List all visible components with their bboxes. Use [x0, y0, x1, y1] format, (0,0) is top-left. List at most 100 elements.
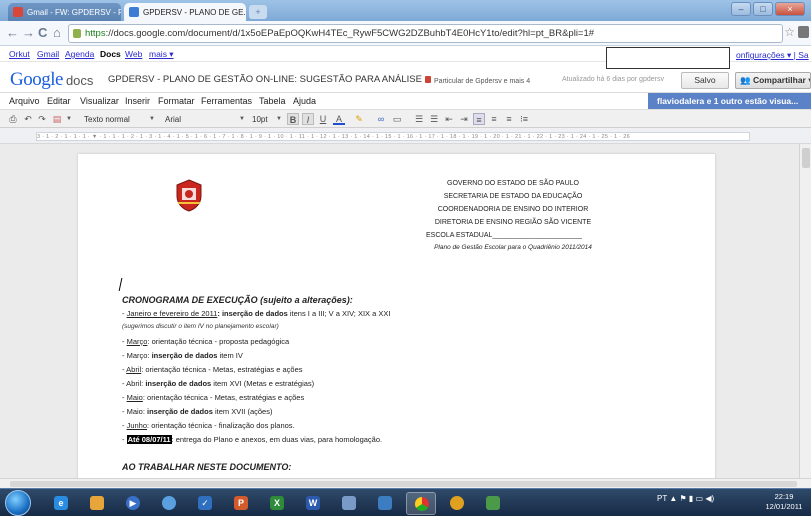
- header-line-5: ESCOLA ESTADUAL_______________________: [426, 232, 582, 239]
- underline-icon[interactable]: U: [317, 113, 329, 125]
- decrease-indent-icon[interactable]: ⇤: [443, 113, 455, 125]
- reload-icon[interactable]: C: [38, 25, 47, 41]
- taskbar-outlook[interactable]: ✓: [190, 492, 220, 515]
- highlight-icon[interactable]: ✎: [353, 113, 365, 125]
- tab-label: GPDERSV - PLANO DE GE...: [143, 7, 246, 17]
- menu-visualizar[interactable]: Visualizar: [80, 96, 119, 106]
- menu-ajuda[interactable]: Ajuda: [293, 96, 316, 106]
- star-icon[interactable]: ☆: [784, 25, 795, 39]
- tab-gmail[interactable]: Gmail - FW: GPDERSV - P... ×: [8, 3, 121, 21]
- redo-icon[interactable]: ↷: [36, 113, 48, 125]
- app-icon: [162, 496, 176, 510]
- start-button-icon[interactable]: [5, 490, 31, 516]
- print-icon[interactable]: ⎙: [7, 113, 19, 125]
- home-icon[interactable]: ⌂: [53, 25, 61, 41]
- scroll-thumb[interactable]: [802, 148, 810, 168]
- battery-icon[interactable]: ▮: [689, 494, 693, 503]
- align-right-icon[interactable]: ≡: [503, 113, 515, 125]
- style-value: Texto normal: [84, 115, 130, 124]
- link-gmail[interactable]: Gmail: [37, 49, 59, 59]
- menu-ferramentas[interactable]: Ferramentas: [201, 96, 252, 106]
- new-tab-button[interactable]: +: [249, 5, 267, 19]
- taskbar-powerpoint[interactable]: P: [226, 492, 256, 515]
- size-select[interactable]: 10pt: [252, 113, 268, 126]
- google-docs-logo[interactable]: Google docs: [10, 69, 93, 91]
- close-window-icon[interactable]: ×: [775, 2, 805, 16]
- text-color-icon[interactable]: A: [333, 113, 345, 125]
- taskbar-app[interactable]: [334, 492, 364, 515]
- bold-icon[interactable]: B: [287, 113, 299, 125]
- comment-icon[interactable]: ▭: [391, 113, 403, 125]
- link-more[interactable]: mais ▾: [149, 49, 174, 60]
- ruler-scale[interactable]: 3 · 1 · 2 · 1 · 1 · 1 · ▼ · 1 · 1 · 1 · …: [36, 132, 750, 141]
- italic-icon[interactable]: I: [302, 113, 314, 125]
- document-page[interactable]: GOVERNO DO ESTADO DE SÃO PAULO SECRETARI…: [78, 154, 715, 478]
- link-orkut[interactable]: Orkut: [9, 49, 30, 59]
- taskbar-explorer[interactable]: [82, 492, 112, 515]
- ruler: 3 · 1 · 2 · 1 · 1 · 1 · ▼ · 1 · 1 · 1 · …: [0, 128, 811, 144]
- flag-icon[interactable]: ⚑: [679, 494, 686, 503]
- volume-icon[interactable]: ◀): [705, 494, 714, 503]
- back-icon[interactable]: ←: [6, 25, 19, 41]
- taskbar-excel[interactable]: X: [262, 492, 292, 515]
- taskbar-ie[interactable]: e: [46, 492, 76, 515]
- network-icon[interactable]: ▭: [696, 494, 704, 503]
- undo-icon[interactable]: ↶: [22, 113, 34, 125]
- increase-indent-icon[interactable]: ⇥: [458, 113, 470, 125]
- numbered-list-icon[interactable]: ☰: [413, 113, 425, 125]
- app-icon: [450, 496, 464, 510]
- bulleted-list-icon[interactable]: ☰: [428, 113, 440, 125]
- link-web[interactable]: Web: [125, 49, 142, 59]
- link-icon[interactable]: ∞: [375, 113, 387, 125]
- forward-icon[interactable]: →: [22, 25, 35, 41]
- formatting-toolbar: ⎙ ↶ ↷ ▤ ▼ Texto normal ▼ Arial ▼ 10pt ▼ …: [0, 109, 811, 128]
- minimize-icon[interactable]: –: [731, 2, 751, 16]
- menu-editar[interactable]: Editar: [47, 96, 71, 106]
- chevron-down-icon[interactable]: ▼: [146, 113, 158, 125]
- language-indicator[interactable]: PT: [657, 494, 667, 503]
- wrench-icon[interactable]: [798, 26, 809, 38]
- window-controls: – □ ×: [731, 2, 805, 16]
- chevron-down-icon[interactable]: ▼: [63, 113, 75, 125]
- taskbar-chrome[interactable]: [406, 492, 436, 515]
- settings-link[interactable]: onfigurações ▾ | Sa: [736, 50, 809, 61]
- taskbar-media[interactable]: ▶: [118, 492, 148, 515]
- sharing-status[interactable]: Particular de Gpdersv e mais 4: [425, 76, 530, 85]
- maximize-icon[interactable]: □: [753, 2, 773, 16]
- chevron-down-icon[interactable]: ▼: [236, 113, 248, 125]
- scroll-thumb[interactable]: [10, 481, 797, 487]
- clock-time: 22:19: [774, 492, 794, 501]
- clock[interactable]: 22:19 12/01/2011: [764, 492, 804, 512]
- menu-tabela[interactable]: Tabela: [259, 96, 286, 106]
- taskbar-app[interactable]: [154, 492, 184, 515]
- taskbar-app[interactable]: [370, 492, 400, 515]
- powerpoint-icon: P: [234, 496, 248, 510]
- style-select[interactable]: Texto normal: [84, 113, 130, 126]
- lock-icon: [73, 29, 81, 38]
- horizontal-scrollbar[interactable]: [0, 478, 811, 488]
- logo-docs: docs: [65, 73, 94, 88]
- menu-formatar[interactable]: Formatar: [158, 96, 195, 106]
- align-center-icon[interactable]: ≡: [488, 113, 500, 125]
- vertical-scrollbar[interactable]: [799, 144, 811, 478]
- paint-format-icon[interactable]: ▤: [51, 113, 63, 125]
- tray-expand-icon[interactable]: ▲: [669, 494, 677, 503]
- font-select[interactable]: Arial: [165, 113, 181, 126]
- taskbar-app[interactable]: [442, 492, 472, 515]
- link-docs[interactable]: Docs: [100, 49, 121, 59]
- saved-button[interactable]: Salvo: [681, 72, 729, 89]
- taskbar-app[interactable]: [478, 492, 508, 515]
- collaborators-banner[interactable]: flaviodalera e 1 outro estão visua...: [648, 93, 811, 109]
- share-button[interactable]: 👥 Compartilhar ▾: [735, 72, 811, 89]
- address-bar[interactable]: https://docs.google.com/document/d/1x5oE…: [68, 24, 783, 43]
- chevron-down-icon[interactable]: ▼: [273, 113, 285, 125]
- align-left-icon[interactable]: ≡: [473, 113, 485, 125]
- tab-gpdersv[interactable]: GPDERSV - PLANO DE GE... ×: [124, 3, 246, 21]
- taskbar-word[interactable]: W: [298, 492, 328, 515]
- app-icon: [486, 496, 500, 510]
- menu-inserir[interactable]: Inserir: [125, 96, 150, 106]
- line-spacing-icon[interactable]: ⁝≡: [518, 113, 530, 125]
- menu-arquivo[interactable]: Arquivo: [9, 96, 40, 106]
- link-agenda[interactable]: Agenda: [65, 49, 94, 59]
- document-title[interactable]: GPDERSV - PLANO DE GESTÃO ON-LINE: SUGES…: [108, 74, 422, 85]
